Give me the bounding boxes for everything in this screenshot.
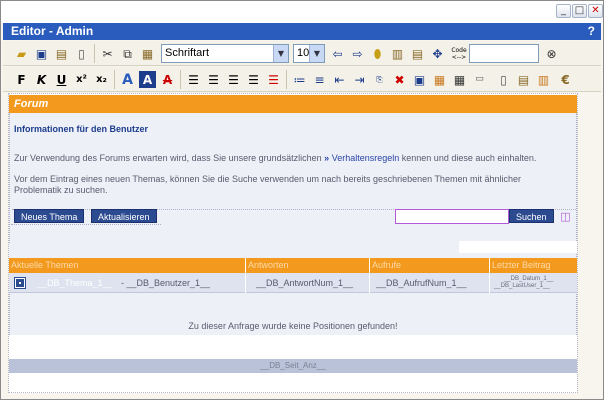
topic-author: - __DB_Benutzer_1__ xyxy=(121,278,211,288)
white-gap xyxy=(459,241,577,253)
move-icon[interactable]: ✥ xyxy=(429,45,446,62)
table-row[interactable]: __DB_Thema_1__ - __DB_Benutzer_1__ __DB_… xyxy=(9,273,577,293)
code-arrows: <--> xyxy=(451,53,467,61)
minimize-button[interactable]: _ xyxy=(556,4,571,18)
window-chrome: _ □ ✕ xyxy=(1,1,603,23)
view-count: __DB_AufrufNum_1__ xyxy=(369,273,489,293)
open-folder-icon[interactable]: ▰ xyxy=(13,45,30,62)
remove-link-icon[interactable]: ✖ xyxy=(391,71,408,88)
cut-icon[interactable]: ✂ xyxy=(99,45,116,62)
editor-window: _ □ ✕ Editor - Admin ? ▰ ▣ ▤ ▯ ✂ ⧉ ▦ Sch… xyxy=(0,0,604,400)
refresh-button[interactable]: Aktualisieren xyxy=(91,209,157,223)
form-icon[interactable]: ▤ xyxy=(409,45,426,62)
info-title: Informationen für den Benutzer xyxy=(14,124,149,134)
link-icon[interactable]: ⬮ xyxy=(369,45,386,62)
size-select[interactable]: 10 ▼ xyxy=(293,44,325,63)
topic-icon xyxy=(14,277,26,289)
col-last-post[interactable]: Letzter Beitrag xyxy=(489,258,577,273)
arrow-right-icon[interactable]: ⇨ xyxy=(349,45,366,62)
search-hint-line2: Problematik zu suchen. xyxy=(14,185,108,195)
remove-align-icon[interactable]: ☰ xyxy=(265,71,282,88)
topic-title[interactable]: __DB_Thema_1__ xyxy=(37,273,113,293)
code-label: Code xyxy=(451,46,467,54)
col-answers[interactable]: Antworten xyxy=(245,258,369,273)
toolbar-format: F K U x² x₂ A A A ☰ ☰ ☰ ☰ ☰ ≔ ≡ ⇤ ⇥ ⎘ ✖ … xyxy=(3,67,601,92)
special-char-icon[interactable]: ▥ xyxy=(535,71,552,88)
clear-format-button[interactable]: A xyxy=(159,71,176,88)
rules-link[interactable]: Verhaltensregeln xyxy=(332,153,400,163)
forum-search-input[interactable] xyxy=(395,209,509,224)
col-views[interactable]: Aufrufe xyxy=(369,258,489,273)
size-select-value: 10 xyxy=(297,47,310,59)
pager[interactable]: __DB_Seit_Anz__ xyxy=(9,359,577,373)
outdent-icon[interactable]: ⇤ xyxy=(331,71,348,88)
align-center-icon[interactable]: ☰ xyxy=(205,71,222,88)
table-icon[interactable]: ▦ xyxy=(451,71,468,88)
form-marker-icon: ◫ xyxy=(560,209,571,223)
rules-text-after: kennen und diese auch einhalten. xyxy=(401,153,537,163)
insert-link-icon[interactable]: ⎘ xyxy=(371,71,388,88)
indent-icon[interactable]: ⇥ xyxy=(351,71,368,88)
chevron-down-icon: ▼ xyxy=(273,45,288,62)
font-select-value: Schriftart xyxy=(165,47,210,59)
superscript-button[interactable]: x² xyxy=(73,71,90,88)
binoculars-icon[interactable]: ⊗ xyxy=(543,45,560,62)
divider xyxy=(11,224,161,225)
font-select[interactable]: Schriftart ▼ xyxy=(161,44,289,63)
align-justify-icon[interactable]: ☰ xyxy=(245,71,262,88)
copy-icon[interactable]: ⧉ xyxy=(119,45,136,62)
chevron-down-icon: ▼ xyxy=(309,45,324,62)
numbered-list-icon[interactable]: ≔ xyxy=(291,71,308,88)
spacer-row xyxy=(9,244,459,258)
close-button[interactable]: ✕ xyxy=(588,4,603,18)
image-icon[interactable]: ▣ xyxy=(411,71,428,88)
save-all-icon[interactable]: ▤ xyxy=(53,45,70,62)
toolbar-search-input[interactable] xyxy=(469,44,539,63)
bullet-list-icon[interactable]: ≡ xyxy=(311,71,328,88)
italic-button[interactable]: K xyxy=(33,71,50,88)
align-right-icon[interactable]: ☰ xyxy=(225,71,242,88)
code-view-icon[interactable]: Code <--> xyxy=(449,45,469,62)
answer-count: __DB_AntwortNum_1__ xyxy=(245,273,369,293)
help-button[interactable]: ? xyxy=(588,23,595,40)
paste-icon[interactable]: ▦ xyxy=(139,45,156,62)
save-icon[interactable]: ▣ xyxy=(33,45,50,62)
table-header: Aktuelle Themen Antworten Aufrufe Letzte… xyxy=(9,258,577,273)
rules-text-before: Zur Verwendung des Forums erwarten wird,… xyxy=(14,153,322,163)
horizontal-rule-icon[interactable]: ▭ xyxy=(471,71,488,88)
editor-content[interactable]: Forum Informationen für den Benutzer Zur… xyxy=(9,93,577,393)
last-post-date: __DB_Datum_1__ xyxy=(504,276,554,282)
last-post-user: __DB_LastUser_1__ xyxy=(494,283,550,289)
page-properties-icon[interactable]: ▯ xyxy=(495,71,512,88)
rules-paragraph: Zur Verwendung des Forums erwarten wird,… xyxy=(14,153,574,164)
toolbar-main: ▰ ▣ ▤ ▯ ✂ ⧉ ▦ Schriftart ▼ 10 ▼ ⇦ ⇨ ⬮ ▥ … xyxy=(3,41,601,66)
page-icon[interactable]: ▯ xyxy=(73,45,90,62)
double-chevron-icon: » xyxy=(324,153,330,163)
underline-button[interactable]: U xyxy=(53,71,70,88)
empty-message: Zu dieser Anfrage wurde keine Positionen… xyxy=(188,321,398,331)
subscript-button[interactable]: x₂ xyxy=(93,71,110,88)
search-button[interactable]: Suchen xyxy=(509,209,554,223)
new-topic-button[interactable]: Neues Thema xyxy=(14,209,85,223)
col-topics[interactable]: Aktuelle Themen xyxy=(9,258,245,273)
font-color-button[interactable]: A xyxy=(119,71,136,88)
arrow-left-icon[interactable]: ⇦ xyxy=(329,45,346,62)
align-left-icon[interactable]: ☰ xyxy=(185,71,202,88)
last-post-cell: __DB_Datum_1__ __DB_LastUser_1__ xyxy=(489,273,577,293)
anchor-icon[interactable]: ▥ xyxy=(389,45,406,62)
title-bar: Editor - Admin ? xyxy=(3,23,601,40)
bold-button[interactable]: F xyxy=(13,71,30,88)
search-hint-line1: Vor dem Eintrag eines neuen Themas, könn… xyxy=(14,174,521,184)
window-title: Editor - Admin xyxy=(11,24,94,38)
forum-header: Forum xyxy=(9,95,577,113)
highlight-button[interactable]: A xyxy=(139,71,156,88)
maximize-button[interactable]: □ xyxy=(572,4,587,18)
euro-icon[interactable]: € xyxy=(557,71,574,88)
media-icon[interactable]: ▦ xyxy=(431,71,448,88)
template-icon[interactable]: ▤ xyxy=(515,71,532,88)
